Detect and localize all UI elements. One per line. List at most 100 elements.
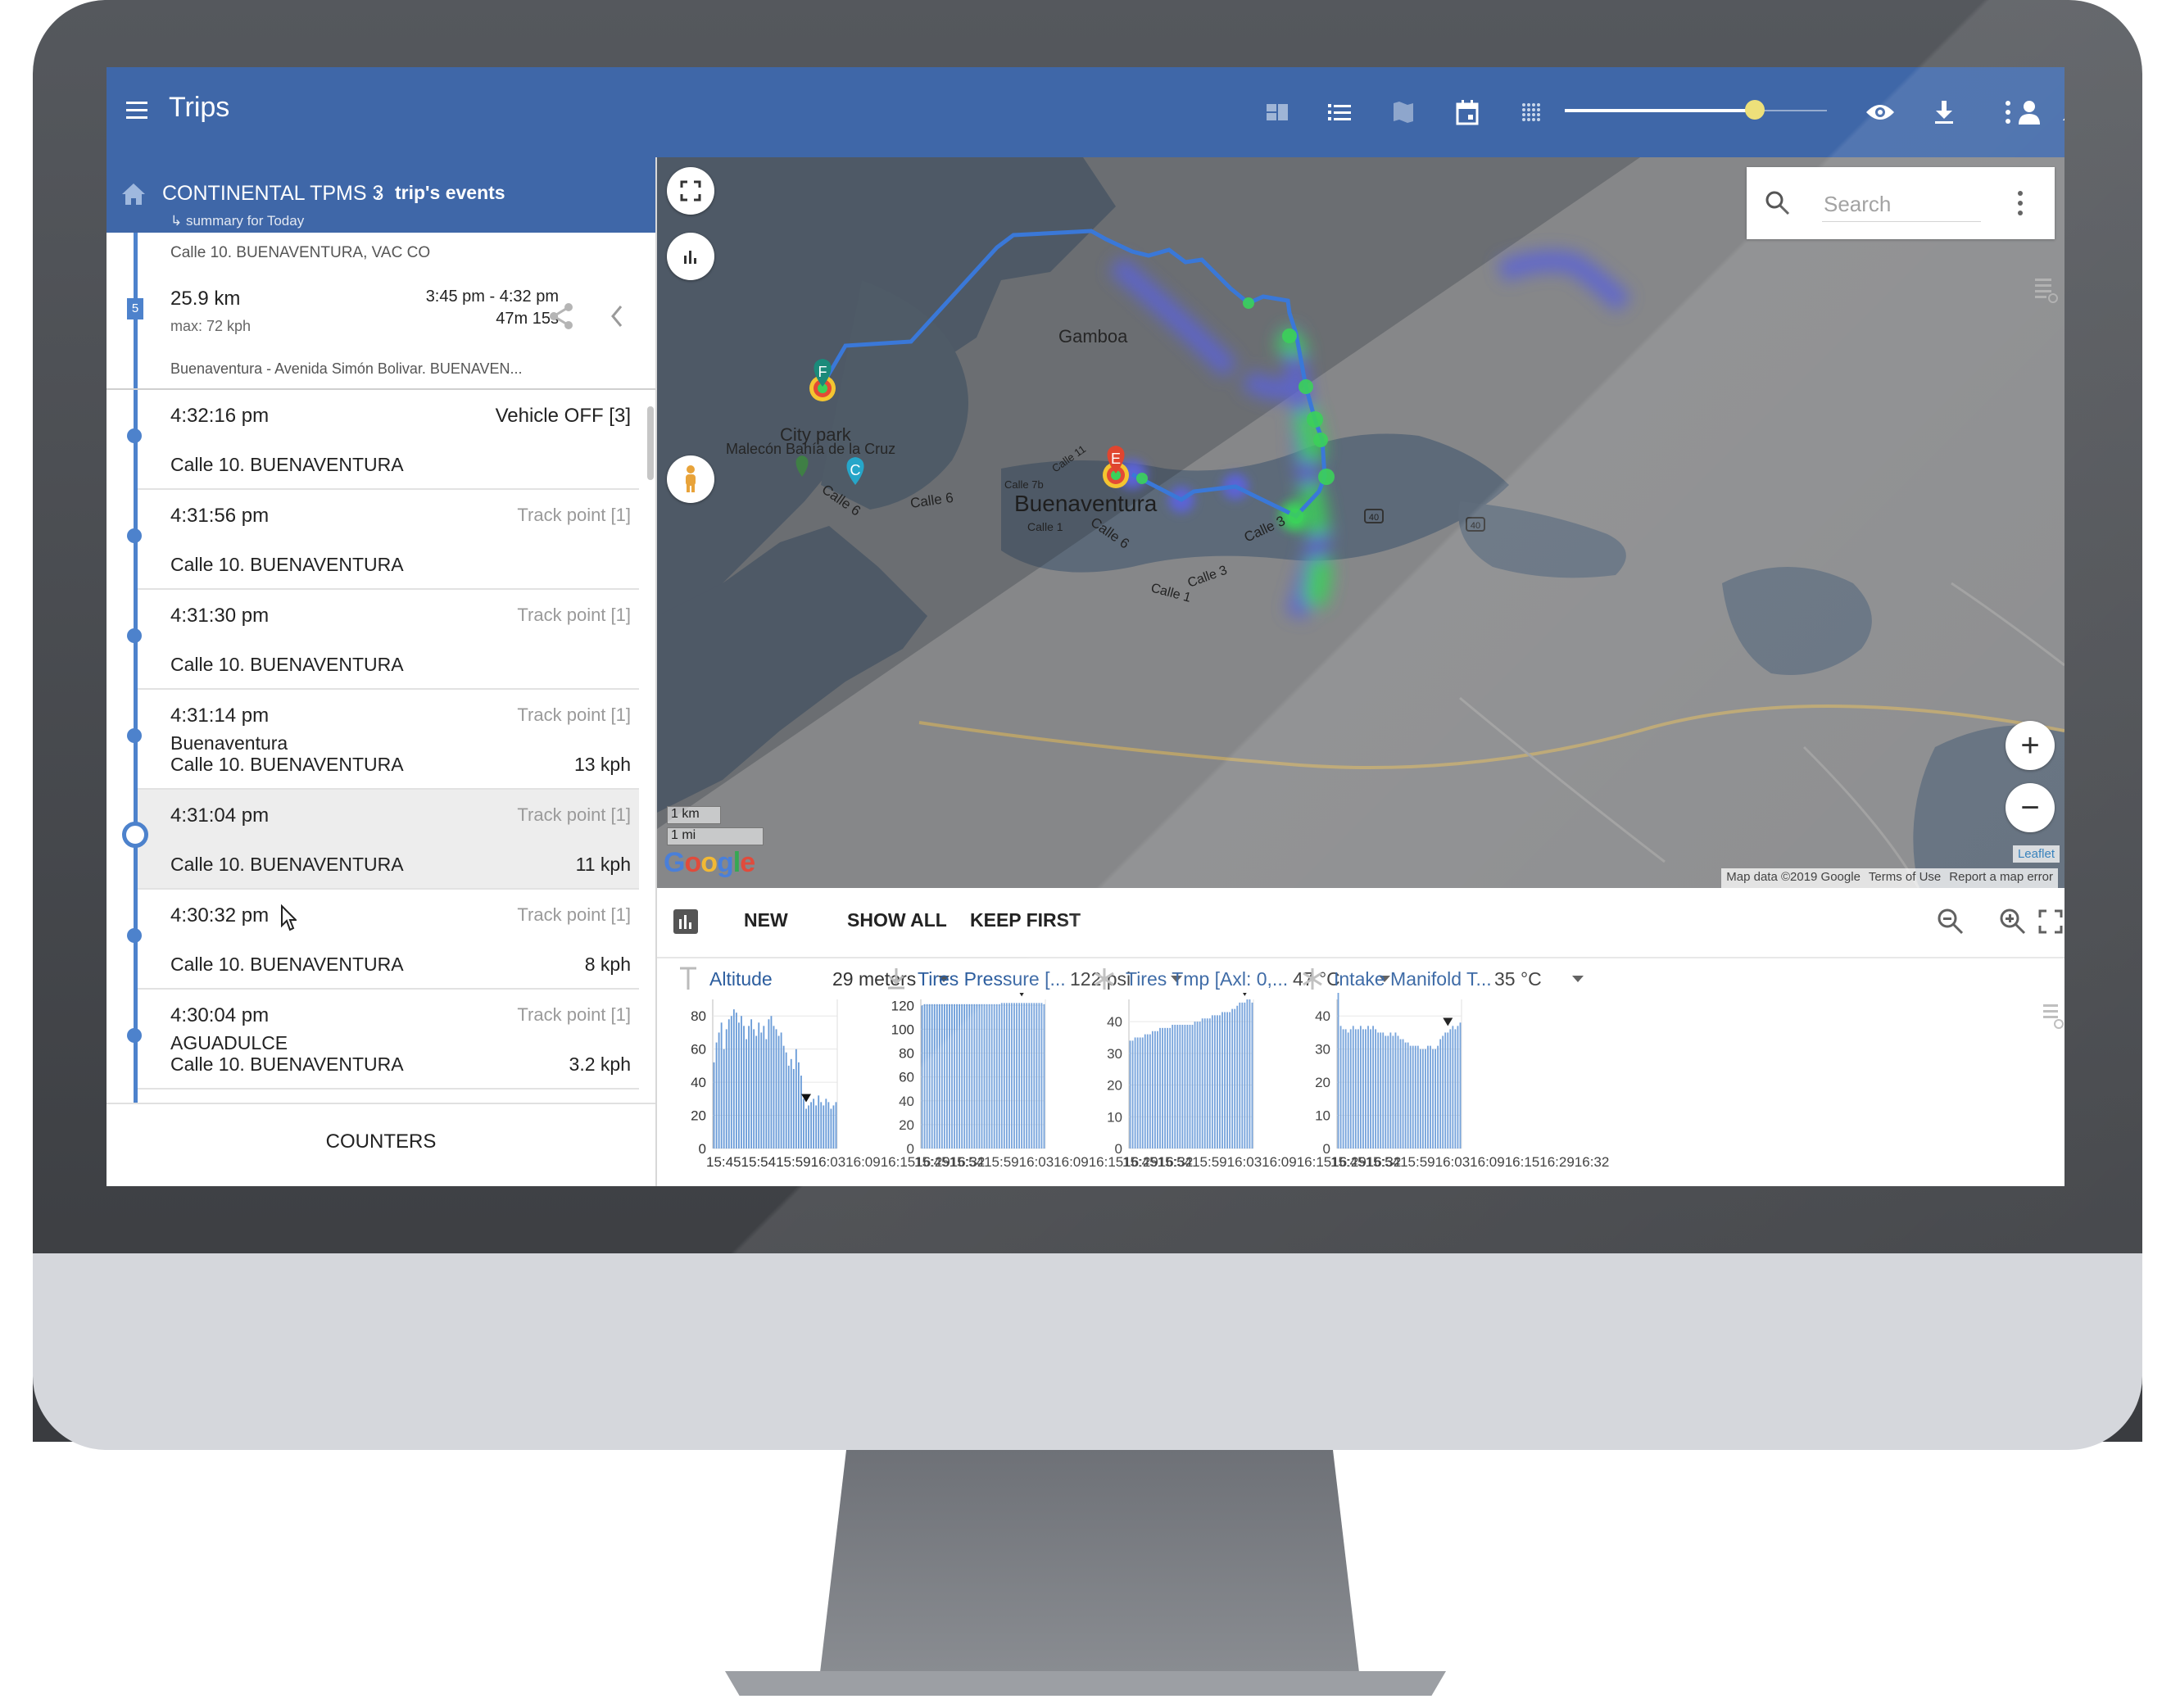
event-time: 4:31:04 pm [170,804,270,827]
chart-bar [1437,1045,1439,1148]
layers-icon[interactable] [2042,999,2064,1032]
y-tick-label: 60 [899,1070,914,1085]
list-icon[interactable] [1321,93,1358,131]
chart-bar [732,1009,735,1148]
zoom-slider-track[interactable] [1565,109,1753,112]
chart-bar [1387,1035,1389,1148]
event-time: 4:31:14 pm [170,704,270,727]
download-icon[interactable] [1925,93,1963,131]
chart-bar [763,1026,765,1148]
new-button[interactable]: NEW [744,909,788,931]
chart-bar [827,1102,830,1148]
event-row[interactable]: 4:32:16 pm Vehicle OFF [3] Calle 10. BUE… [127,390,639,490]
calendar-icon[interactable] [1448,93,1486,131]
chart-bar [1213,1015,1216,1148]
event-row[interactable]: 4:31:30 pm Track point [1] Calle 10. BUE… [127,590,639,690]
chart-bar [1005,1003,1008,1148]
chart-title[interactable]: Tires Pressure [... [918,968,1066,990]
screen: Trips CONTINENTAL TPMS 3 › trip's events… [107,67,2064,1186]
bell-icon[interactable] [2055,93,2064,131]
chart-bar [1164,1027,1166,1148]
account-icon[interactable] [2010,93,2048,131]
fullscreen-icon[interactable] [2035,906,2064,937]
zoom-in-icon[interactable] [1997,906,2028,937]
menu-icon[interactable] [125,97,149,125]
event-row[interactable]: 4:30:32 pm Track point [1] Calle 10. BUE… [127,890,639,990]
chart-bar [1026,1003,1028,1148]
bar-chart-icon[interactable] [672,908,700,936]
report-error-link[interactable]: Report a map error [1949,870,2053,886]
chart-bar [1154,1031,1156,1148]
event-row[interactable]: 4:31:56 pm Track point [1] Calle 10. BUE… [127,490,639,590]
zoom-in-button[interactable]: + [2006,721,2055,770]
chart-bar [1008,1003,1010,1148]
chart-title[interactable]: Altitude [709,968,773,990]
chart-bar [1016,1003,1018,1148]
search-icon[interactable] [1763,188,1791,216]
chart-bar [1028,1003,1031,1148]
chart-bar [1354,1029,1357,1148]
chart-plot[interactable]: 40 30 20 10 015:4515:5415:5916:0316:0916:151… [1289,993,1634,1186]
chart-bar [988,1004,990,1148]
chart-bar [1414,1045,1416,1148]
zoom-slider-thumb[interactable] [1745,100,1765,120]
map-label-gamboa: Gamboa [1058,326,1128,347]
fullscreen-button[interactable] [667,167,714,215]
zoom-out-icon[interactable] [1935,906,1966,937]
chart-bar [1372,1026,1374,1148]
chart-bar [1344,1029,1347,1148]
more-vert-icon[interactable] [2012,188,2028,218]
keep-first-button[interactable]: KEEP FIRST [970,909,1081,931]
map-canvas[interactable]: F C E Gamboa City park Malecón Bahía de … [657,157,2064,888]
search-input[interactable] [1822,187,1981,222]
chart-title[interactable]: Intake Manifold T... [1334,968,1492,990]
chart-bar [1226,1012,1228,1148]
breadcrumb-vehicle[interactable]: CONTINENTAL TPMS 3 [162,182,383,206]
dropdown-arrow-icon[interactable] [1570,973,1586,985]
y-tick-label: 20 [1107,1078,1122,1094]
chart-bar [986,1004,988,1148]
chart-bar [1349,1029,1352,1148]
map-label-malecon: Malecón Bahía de la Cruz [726,441,895,457]
chart-bar [1419,1049,1421,1148]
monitor-stand [819,1450,1360,1679]
counters-button[interactable]: COUNTERS [107,1130,655,1153]
map-icon[interactable] [1385,93,1422,131]
pegman-icon [686,465,696,492]
chart-bar [1367,1026,1369,1148]
chart-bar [1425,1049,1426,1148]
y-tick-label: 30 [1315,1042,1330,1058]
event-row-selected[interactable]: 4:31:04 pm Track point [1] Calle 10. BUE… [122,790,639,890]
grid-dots-icon[interactable] [1512,93,1550,131]
street-view-button[interactable] [667,455,714,503]
map[interactable]: F C E Gamboa City park Malecón Bahía de … [657,157,2064,888]
event-row[interactable]: 4:30:04 pm Track point [1] AGUADULCE Cal… [127,990,639,1090]
home-icon[interactable] [121,182,146,206]
layers-icon[interactable] [2033,274,2058,306]
chart-bar [1000,1003,1003,1148]
dashboard-icon[interactable] [1258,93,1296,131]
chart-bar [830,1108,832,1148]
leaflet-link[interactable]: Leaflet [2012,845,2060,863]
chart-bar [1174,1024,1176,1148]
trip-summary[interactable]: 5 Calle 10. BUENAVENTURA, VAC CO 25.9 km… [107,233,655,390]
show-all-button[interactable]: SHOW ALL [847,909,947,931]
eye-icon[interactable] [1861,93,1899,131]
chart-bar [1129,1040,1131,1148]
event-row[interactable]: 4:31:14 pm Track point [1] Buenaventura … [127,690,639,790]
chart-bar [1229,1012,1231,1148]
charts-toggle-button[interactable] [667,233,714,280]
scrollbar[interactable] [647,406,654,480]
zoom-out-button[interactable]: − [2006,783,2055,832]
chart-bar [926,1004,928,1148]
terms-link[interactable]: Terms of Use [1869,870,1941,886]
chevron-left-icon[interactable] [608,303,626,329]
chart-bar [832,1105,835,1148]
chart-bar [1359,1026,1362,1148]
chart-intake-manifold[interactable]: Intake Manifold T... 35 °C 40 30 20 10 0 15:4… [1289,957,1634,1186]
chart-title[interactable]: Tires Tmp [Axl: 0,... [1126,968,1288,990]
chart-bar [1211,1015,1213,1148]
share-icon[interactable] [547,301,575,331]
chart-bar [718,1032,720,1148]
y-tick-label: 20 [1315,1075,1330,1090]
